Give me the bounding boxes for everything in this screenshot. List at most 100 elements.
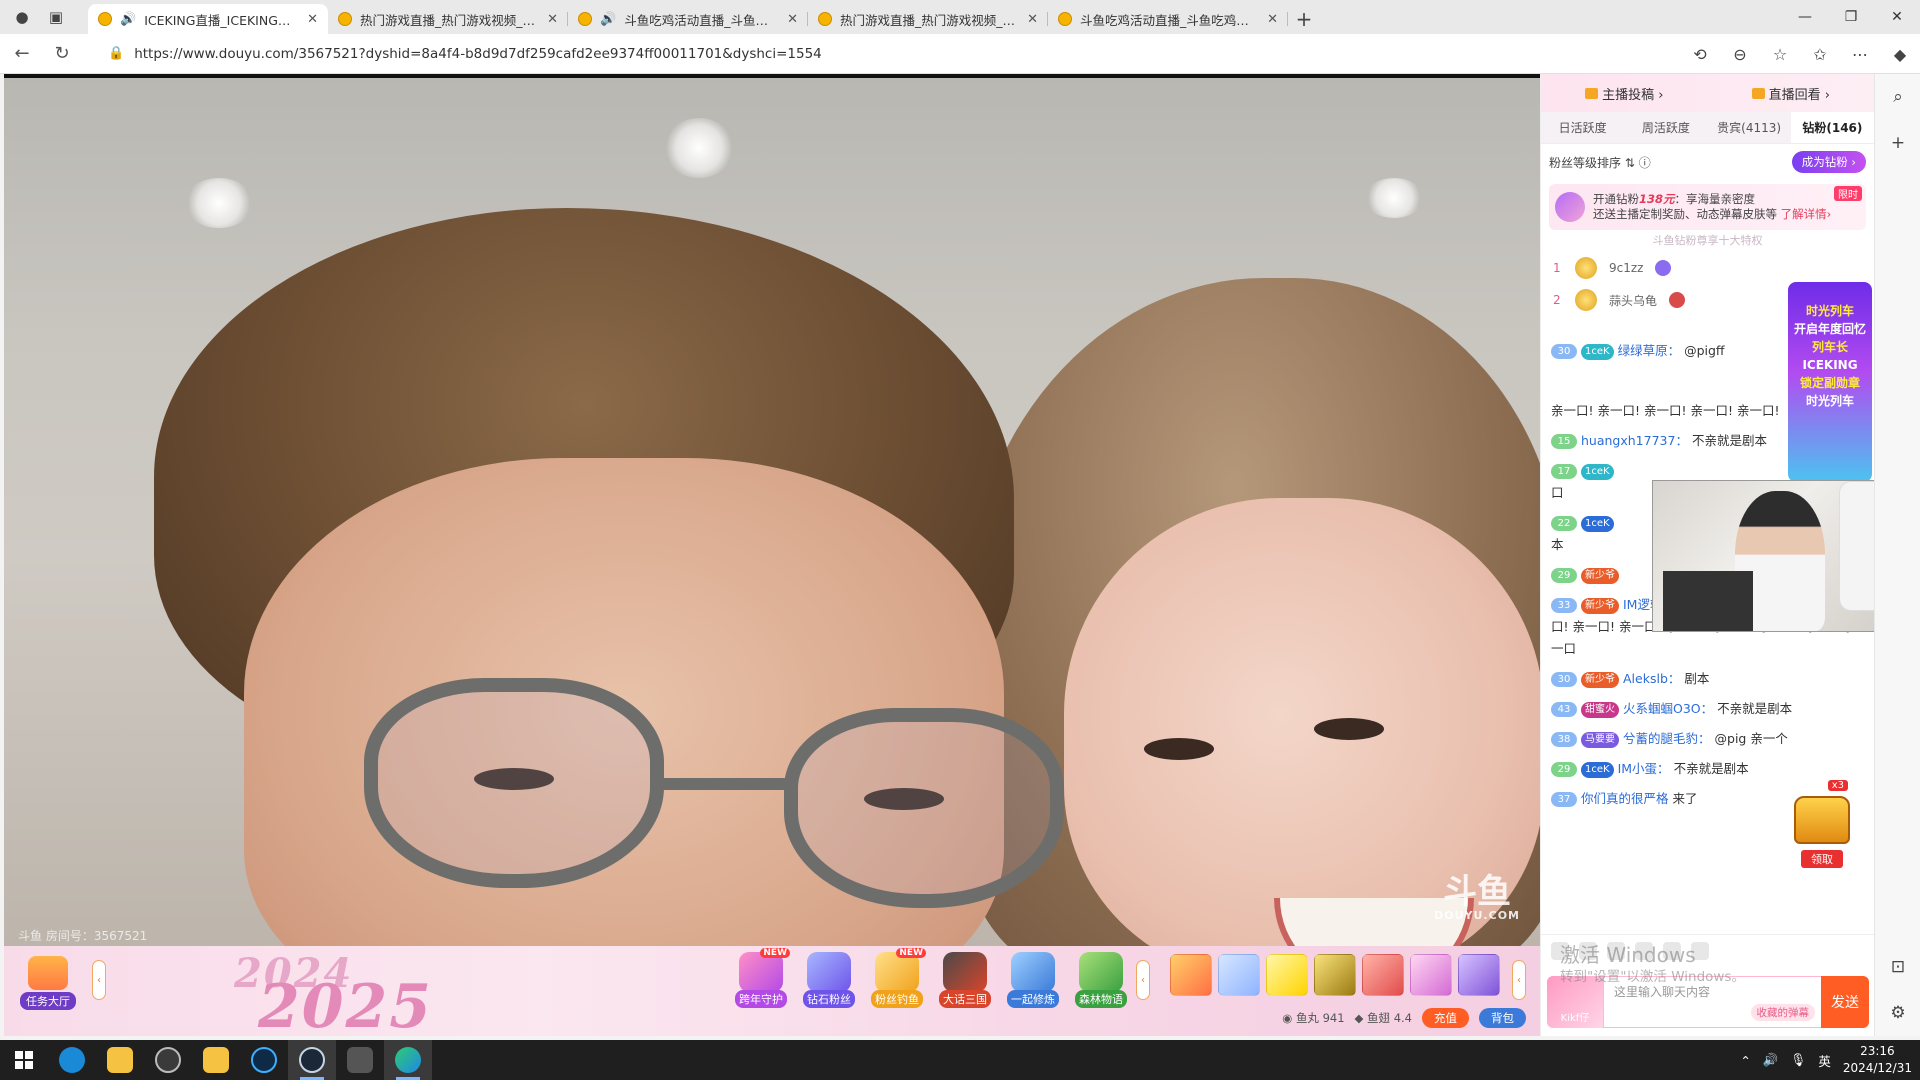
- tab-2[interactable]: 热门游戏直播_热门游戏视频_热门 ✕: [328, 4, 568, 34]
- tab-3[interactable]: 🔊 斗鱼吃鸡活动直播_斗鱼吃鸡 ✕: [568, 4, 808, 34]
- gift-item[interactable]: [1266, 954, 1308, 996]
- taskbar-app[interactable]: [240, 1040, 288, 1080]
- taskbar-app-steam[interactable]: [288, 1040, 336, 1080]
- favorite-star-icon[interactable]: ☆: [1760, 34, 1800, 74]
- url-field[interactable]: 🔒 https://www.douyu.com/3567521?dyshid=8…: [108, 39, 1688, 69]
- ceiling-light: [664, 118, 734, 178]
- profile-icon[interactable]: ●: [12, 7, 32, 27]
- chat-username[interactable]: 兮蓄的腿毛豹：: [1623, 731, 1711, 746]
- restore-icon[interactable]: ❐: [1828, 0, 1874, 34]
- gift-item[interactable]: [1410, 954, 1452, 996]
- chat-username[interactable]: huangxh17737：: [1581, 433, 1688, 448]
- back-icon[interactable]: ←: [4, 38, 40, 70]
- expand-gifts-button[interactable]: ‹: [1512, 960, 1526, 1000]
- treasure-chest[interactable]: x3 领取: [1788, 780, 1856, 878]
- send-button[interactable]: 发送: [1821, 976, 1869, 1028]
- close-icon[interactable]: ✕: [787, 12, 798, 27]
- speaker-icon[interactable]: 🔊: [600, 12, 616, 27]
- translate-icon[interactable]: ⟲: [1680, 34, 1720, 74]
- tab-vip[interactable]: 贵宾(4113): [1708, 112, 1791, 143]
- help-icon[interactable]: ⓘ: [1639, 156, 1651, 170]
- search-icon[interactable]: ⌕: [1875, 74, 1920, 120]
- activity-item[interactable]: NEW 跨年守护: [730, 948, 792, 1008]
- start-button[interactable]: [0, 1040, 48, 1080]
- replay-link[interactable]: 直播回看 ›: [1751, 84, 1830, 103]
- become-diamond-fan-button[interactable]: 成为钻粉 ›: [1791, 151, 1866, 173]
- diamond-fan-promo[interactable]: 开通钻粉138元：享海量亲密度 还送主播定制奖励、动态弹幕皮肤等 了解详情› 限…: [1549, 184, 1866, 230]
- add-icon[interactable]: +: [1875, 120, 1920, 166]
- tab-5[interactable]: 斗鱼吃鸡活动直播_斗鱼吃鸡活动 ✕: [1048, 4, 1288, 34]
- banner-line: 时光列车: [1805, 394, 1854, 408]
- tab-title: 斗鱼吃鸡活动直播_斗鱼吃鸡: [624, 12, 780, 28]
- activity-item[interactable]: 一起修炼: [1002, 952, 1064, 1008]
- favorites-icon[interactable]: ✩: [1800, 34, 1840, 74]
- tab-diamond-fans[interactable]: 钻粉(146): [1790, 112, 1874, 143]
- recharge-button[interactable]: 充值: [1422, 1008, 1469, 1028]
- gift-item[interactable]: [1170, 954, 1212, 996]
- taskbar-app[interactable]: [96, 1040, 144, 1080]
- lock-icon[interactable]: 🔒: [108, 46, 124, 61]
- close-icon[interactable]: ✕: [1267, 12, 1278, 27]
- ceiling-light: [1364, 178, 1424, 218]
- activity-label: 大话三国: [939, 990, 991, 1008]
- activity-item[interactable]: 大话三国: [934, 952, 996, 1008]
- live-video-player[interactable]: 斗鱼 DOUYU.COM 斗鱼 房间号：3567521: [4, 74, 1540, 946]
- new-tab-button[interactable]: +: [1288, 4, 1320, 34]
- activity-item[interactable]: NEW 粉丝钓鱼: [866, 948, 928, 1008]
- close-icon[interactable]: ✕: [547, 12, 558, 27]
- more-icon[interactable]: ⋯: [1840, 34, 1880, 74]
- tab-4[interactable]: 热门游戏直播_热门游戏视频_热门 ✕: [808, 4, 1048, 34]
- activity-item[interactable]: 森林物语: [1070, 952, 1132, 1008]
- tab-title: ICEKING直播_ICEKING直播: [144, 12, 300, 28]
- fan-rank-sort[interactable]: 粉丝等级排序 ⇅ ⓘ: [1549, 154, 1651, 171]
- expand-left-button[interactable]: ‹: [92, 960, 106, 1000]
- gift-item[interactable]: [1458, 954, 1500, 996]
- taskbar-app-edge[interactable]: [384, 1040, 432, 1080]
- mic-icon[interactable]: 🎙: [1790, 1052, 1806, 1068]
- activity-item[interactable]: 钻石粉丝: [798, 952, 860, 1008]
- taskbar-app[interactable]: [192, 1040, 240, 1080]
- close-icon[interactable]: ✕: [307, 12, 318, 27]
- speaker-icon[interactable]: 🔊: [120, 12, 136, 27]
- year-2025: 2025: [258, 972, 433, 1036]
- copilot-icon[interactable]: ◆: [1880, 34, 1920, 74]
- chat-username[interactable]: 你们真的很严格: [1581, 791, 1669, 806]
- tab-weekly-activity[interactable]: 周活跃度: [1624, 112, 1707, 143]
- screenshot-icon[interactable]: ⊡: [1875, 944, 1920, 990]
- volume-icon[interactable]: 🔊: [1763, 1052, 1779, 1068]
- promo-more-link[interactable]: 了解详情›: [1781, 207, 1832, 221]
- ime-indicator[interactable]: 英: [1818, 1051, 1831, 1070]
- rank-row[interactable]: 1 9c1zz: [1541, 252, 1874, 284]
- tab-actions-icon[interactable]: ▣: [46, 7, 66, 27]
- chat-username[interactable]: 绿绿草原：: [1618, 343, 1681, 358]
- window-controls: — ❐ ✕: [1782, 0, 1920, 34]
- gift-item[interactable]: [1314, 954, 1356, 996]
- chat-username[interactable]: 火系蝈蝈O3O：: [1623, 701, 1713, 716]
- tab-1[interactable]: 🔊 ICEKING直播_ICEKING直播 ✕: [88, 4, 328, 34]
- time-train-banner[interactable]: 时光列车 开启年度回忆 列车长 ICEKING 锁定副勋章 时光列车: [1788, 282, 1872, 482]
- backpack-button[interactable]: 背包: [1479, 1008, 1526, 1028]
- saved-danmaku-button[interactable]: 收藏的弹幕: [1750, 1004, 1815, 1021]
- taskbar-app[interactable]: [144, 1040, 192, 1080]
- chat-username[interactable]: Alekslb：: [1623, 671, 1680, 686]
- taskbar-app[interactable]: [336, 1040, 384, 1080]
- reader-icon[interactable]: ⊖: [1720, 34, 1760, 74]
- tray-expand-icon[interactable]: ⌃: [1740, 1053, 1750, 1068]
- claim-button[interactable]: 领取: [1801, 850, 1843, 868]
- gift-item[interactable]: [1362, 954, 1404, 996]
- streamer-submit-link[interactable]: 主播投稿 ›: [1585, 84, 1663, 103]
- expand-activities-button[interactable]: ‹: [1136, 960, 1150, 1000]
- noble-icon: [1655, 260, 1672, 276]
- tab-daily-activity[interactable]: 日活跃度: [1541, 112, 1624, 143]
- minimize-icon[interactable]: —: [1782, 0, 1828, 34]
- taskbar-app[interactable]: [48, 1040, 96, 1080]
- gift-item[interactable]: [1218, 954, 1260, 996]
- close-icon[interactable]: ✕: [1027, 12, 1038, 27]
- settings-gear-icon[interactable]: ⚙: [1875, 990, 1920, 1036]
- chat-username[interactable]: IM小蛋：: [1618, 761, 1670, 776]
- window-close-icon[interactable]: ✕: [1874, 0, 1920, 34]
- clock[interactable]: 23:16 2024/12/31: [1843, 1043, 1912, 1077]
- limited-tag: 限时: [1834, 186, 1862, 201]
- refresh-icon[interactable]: ↻: [44, 38, 80, 70]
- task-hall-button[interactable]: 任务大厅: [18, 956, 78, 1016]
